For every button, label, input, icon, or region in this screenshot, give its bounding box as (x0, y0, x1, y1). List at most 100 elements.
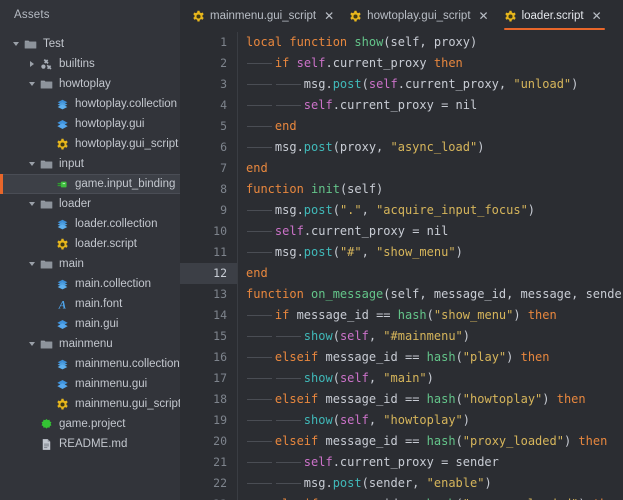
tree-twisty-spacer (41, 114, 54, 134)
tree-item-game-input-binding[interactable]: game.input_binding (0, 174, 180, 194)
code-line[interactable]: elseif message_id == hash("play") then (238, 347, 623, 368)
code-token: elseif (274, 434, 319, 448)
code-line[interactable]: elseif message_id == hash("proxy_loaded"… (238, 431, 623, 452)
code-line[interactable]: function on_message(self, message_id, me… (238, 284, 623, 305)
tree-item-label: main.gui (75, 318, 119, 330)
code-token: end (274, 119, 297, 133)
tree-item-label: input (59, 158, 84, 170)
tab-mainmenu-gui-script[interactable]: mainmenu.gui_script ✕ (186, 0, 343, 32)
code-line[interactable]: if message_id == hash("show_menu") then (238, 305, 623, 326)
code-line[interactable]: end (238, 116, 623, 137)
tree-item-label: game.project (59, 418, 126, 430)
editor-tab-bar[interactable]: mainmenu.gui_script ✕ howtoplay.gui_script… (180, 0, 623, 32)
code-token: ) (571, 77, 579, 91)
code-line[interactable]: elseif message_id == hash("howtoplay") t… (238, 389, 623, 410)
code-line[interactable]: msg.post(".", "acquire_input_focus") (238, 200, 623, 221)
tree-item-game-project[interactable]: game.project (0, 414, 180, 434)
chevron-right-icon[interactable] (25, 54, 38, 74)
tree-twisty-spacer (41, 374, 54, 394)
tree-item-main-gui[interactable]: main.gui (0, 314, 180, 334)
code-line[interactable]: msg.post(proxy, "async_load") (238, 137, 623, 158)
code-line[interactable]: show(self, "#mainmenu") (238, 326, 623, 347)
chevron-down-icon[interactable] (25, 334, 38, 354)
tree-item-mainmenu[interactable]: mainmenu (0, 334, 180, 354)
tree-item-mainmenu-gui-script[interactable]: mainmenu.gui_script (0, 394, 180, 414)
code-line[interactable]: function init(self) (238, 179, 623, 200)
tab-howtoplay-gui-script[interactable]: howtoplay.gui_script ✕ (343, 0, 497, 32)
tree-twisty-spacer (41, 234, 54, 254)
code-token: hash (426, 350, 456, 364)
chevron-down-icon[interactable] (25, 74, 38, 94)
tree-item-howtoplay-collection[interactable]: howtoplay.collection (0, 94, 180, 114)
line-number: 19 (213, 413, 227, 427)
tree-item-input[interactable]: input (0, 154, 180, 174)
code-token: "show_menu" (433, 308, 514, 322)
code-line[interactable]: msg.post("#", "show_menu") (238, 242, 623, 263)
tree-item-main-collection[interactable]: main.collection (0, 274, 180, 294)
indent-guide (275, 483, 301, 484)
tree-item-main[interactable]: main (0, 254, 180, 274)
indent-guide (275, 105, 301, 106)
tab-loader-script[interactable]: loader.script ✕ (498, 0, 611, 32)
script-icon (54, 134, 71, 154)
chevron-down-icon[interactable] (25, 154, 38, 174)
tree-twisty-spacer (41, 134, 54, 154)
code-line[interactable]: msg.post(sender, "enable") (238, 473, 623, 494)
code-line[interactable]: self.current_proxy = sender (238, 452, 623, 473)
code-token: post (332, 77, 362, 91)
script-icon (349, 10, 362, 23)
code-view[interactable]: 1234567891011121314151617181920212223242… (180, 32, 623, 500)
code-line[interactable]: msg.post(self.current_proxy, "unload") (238, 74, 623, 95)
code-line[interactable]: show(self, "howtoplay") (238, 410, 623, 431)
tree-item-mainmenu-gui[interactable]: mainmenu.gui (0, 374, 180, 394)
tree-twisty-spacer (41, 314, 54, 334)
tree-item-readme-md[interactable]: README.md (0, 434, 180, 454)
chevron-down-icon[interactable] (25, 254, 38, 274)
collection-icon (54, 274, 71, 294)
tree-item-loader-collection[interactable]: loader.collection (0, 214, 180, 234)
tree-item-mainmenu-collection[interactable]: mainmenu.collection (0, 354, 180, 374)
code-token: "enable" (426, 476, 485, 490)
code-line[interactable]: end (238, 263, 623, 284)
tree-item-howtoplay-gui[interactable]: howtoplay.gui (0, 114, 180, 134)
tree-twisty-spacer (41, 94, 54, 114)
tree-item-loader-script[interactable]: loader.script (0, 234, 180, 254)
code-line[interactable]: end (238, 158, 623, 179)
close-icon[interactable]: ✕ (477, 9, 491, 23)
tree-item-label: builtins (59, 58, 95, 70)
line-number: 11 (213, 245, 227, 259)
tree-item-howtoplay[interactable]: howtoplay (0, 74, 180, 94)
code-line[interactable]: self.current_proxy = nil (238, 95, 623, 116)
code-token: ) (455, 245, 463, 259)
indent-guide (275, 84, 301, 85)
tree-item-loader[interactable]: loader (0, 194, 180, 214)
code-lines[interactable]: local function show(self, proxy) if self… (238, 32, 623, 500)
close-icon[interactable]: ✕ (322, 9, 336, 23)
code-line[interactable]: elseif message_id == hash("proxy_unloade… (238, 494, 623, 500)
code-line[interactable]: local function show(self, proxy) (238, 32, 623, 53)
asset-tree[interactable]: Test builtins howtoplay howtoplay.collectio… (0, 30, 180, 454)
chevron-down-icon[interactable] (25, 194, 38, 214)
line-number: 22 (213, 476, 227, 490)
tree-twisty-spacer (25, 434, 38, 454)
close-icon[interactable]: ✕ (590, 9, 604, 23)
tree-item-main-font[interactable]: Amain.font (0, 294, 180, 314)
code-line[interactable]: if self.current_proxy then (238, 53, 623, 74)
code-line[interactable]: show(self, "main") (238, 368, 623, 389)
tree-item-builtins[interactable]: builtins (0, 54, 180, 74)
code-token: sender (448, 455, 499, 469)
tree-item-test[interactable]: Test (0, 34, 180, 54)
chevron-down-icon[interactable] (9, 34, 22, 54)
code-token: if (274, 56, 290, 70)
code-token: elseif (274, 392, 319, 406)
tree-item-label: loader.script (75, 238, 138, 250)
tree-item-howtoplay-gui-script[interactable]: howtoplay.gui_script (0, 134, 180, 154)
svg-text:A: A (58, 299, 67, 310)
tree-item-label: main.collection (75, 278, 152, 290)
code-line[interactable]: self.current_proxy = nil (238, 221, 623, 242)
tree-item-label: mainmenu.gui_script (75, 398, 180, 410)
indent-guide (275, 378, 301, 379)
